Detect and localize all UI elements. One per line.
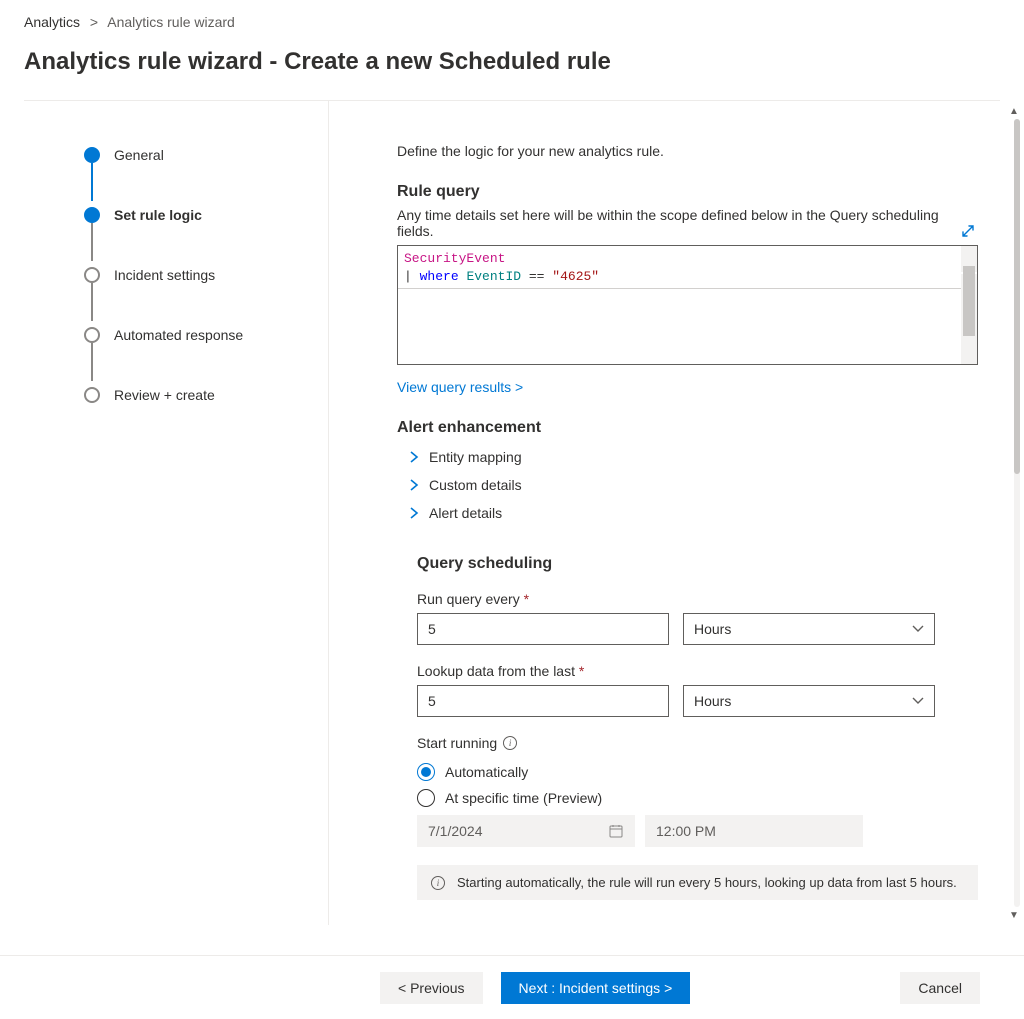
run-query-every-label: Run query every bbox=[417, 591, 520, 607]
expand-query-icon[interactable] bbox=[960, 223, 976, 239]
step-label: General bbox=[114, 147, 164, 163]
date-value: 7/1/2024 bbox=[428, 823, 483, 839]
calendar-icon bbox=[608, 823, 624, 839]
step-connector bbox=[91, 283, 93, 321]
step-review-create[interactable]: Review + create bbox=[84, 381, 328, 409]
scroll-down-arrow-icon[interactable]: ▼ bbox=[1006, 907, 1022, 923]
step-circle-completed-icon bbox=[84, 147, 100, 163]
next-button[interactable]: Next : Incident settings > bbox=[501, 972, 691, 1004]
step-circle-pending-icon bbox=[84, 387, 100, 403]
run-query-every-unit-select[interactable]: Hours bbox=[683, 613, 935, 645]
scroll-up-arrow-icon[interactable]: ▲ bbox=[1006, 103, 1022, 119]
expander-label: Entity mapping bbox=[429, 449, 522, 465]
breadcrumb-link-analytics[interactable]: Analytics bbox=[24, 14, 80, 30]
expander-custom-details[interactable]: Custom details bbox=[397, 471, 978, 499]
step-connector bbox=[91, 343, 93, 381]
expander-label: Custom details bbox=[429, 477, 522, 493]
query-editor-scrollbar[interactable] bbox=[961, 246, 977, 364]
wizard-footer: < Previous Next : Incident settings > Ca… bbox=[0, 955, 1024, 1019]
run-query-every-value-input[interactable] bbox=[417, 613, 669, 645]
intro-text: Define the logic for your new analytics … bbox=[397, 143, 978, 159]
start-running-label: Start running bbox=[417, 735, 497, 751]
radio-automatically[interactable]: Automatically bbox=[417, 763, 978, 781]
breadcrumb-current: Analytics rule wizard bbox=[107, 14, 235, 30]
query-code[interactable]: SecurityEvent | where EventID == "4625" bbox=[398, 246, 977, 289]
lookup-data-unit-select[interactable]: Hours bbox=[683, 685, 935, 717]
query-scheduling-section: Query scheduling Run query every * Hours bbox=[397, 555, 978, 900]
required-asterisk: * bbox=[524, 591, 529, 607]
expander-label: Alert details bbox=[429, 505, 502, 521]
start-time-input-disabled: 12:00 PM bbox=[645, 815, 863, 847]
info-icon[interactable]: i bbox=[503, 736, 517, 750]
radio-checked-icon bbox=[417, 763, 435, 781]
select-value: Hours bbox=[694, 621, 731, 637]
chevron-right-icon bbox=[409, 450, 419, 464]
step-label: Set rule logic bbox=[114, 207, 202, 223]
scheduling-info-banner: i Starting automatically, the rule will … bbox=[417, 865, 978, 900]
alert-enhancement-heading: Alert enhancement bbox=[397, 419, 978, 437]
scrollbar-thumb[interactable] bbox=[1014, 119, 1020, 474]
step-circle-pending-icon bbox=[84, 267, 100, 283]
query-editor-scrollbar-thumb[interactable] bbox=[963, 266, 975, 336]
query-scheduling-heading: Query scheduling bbox=[417, 555, 978, 573]
previous-button[interactable]: < Previous bbox=[380, 972, 483, 1004]
step-label: Automated response bbox=[114, 327, 243, 343]
chevron-down-icon bbox=[912, 697, 924, 705]
chevron-down-icon bbox=[912, 625, 924, 633]
step-incident-settings[interactable]: Incident settings bbox=[84, 261, 328, 289]
main-scroll-pane: ▲ ▼ Define the logic for your new analyt… bbox=[329, 101, 1024, 925]
step-general[interactable]: General bbox=[84, 141, 328, 169]
page-title: Analytics rule wizard - Create a new Sch… bbox=[0, 40, 1024, 100]
rule-query-heading: Rule query bbox=[397, 183, 978, 201]
step-connector bbox=[91, 163, 93, 201]
main-content: Define the logic for your new analytics … bbox=[329, 101, 1004, 925]
time-value: 12:00 PM bbox=[656, 823, 716, 839]
vertical-scrollbar[interactable] bbox=[1014, 119, 1020, 907]
step-label: Review + create bbox=[114, 387, 215, 403]
rule-query-subtext: Any time details set here will be within… bbox=[397, 207, 978, 239]
info-banner-text: Starting automatically, the rule will ru… bbox=[457, 875, 957, 890]
expander-alert-details[interactable]: Alert details bbox=[397, 499, 978, 527]
lookup-data-value-input[interactable] bbox=[417, 685, 669, 717]
chevron-right-icon bbox=[409, 478, 419, 492]
step-automated-response[interactable]: Automated response bbox=[84, 321, 328, 349]
chevron-right-icon bbox=[409, 506, 419, 520]
radio-label: At specific time (Preview) bbox=[445, 790, 602, 806]
breadcrumb-separator: > bbox=[90, 14, 98, 30]
step-set-rule-logic[interactable]: Set rule logic bbox=[84, 201, 328, 229]
step-circle-pending-icon bbox=[84, 327, 100, 343]
step-label: Incident settings bbox=[114, 267, 215, 283]
info-icon: i bbox=[431, 876, 445, 890]
cancel-button[interactable]: Cancel bbox=[900, 972, 980, 1004]
select-value: Hours bbox=[694, 693, 731, 709]
step-connector bbox=[91, 223, 93, 261]
required-asterisk: * bbox=[579, 663, 584, 679]
wizard-steps-sidebar: General Set rule logic Incident settings… bbox=[0, 101, 329, 925]
query-editor[interactable]: SecurityEvent | where EventID == "4625" bbox=[397, 245, 978, 365]
radio-label: Automatically bbox=[445, 764, 528, 780]
lookup-data-label: Lookup data from the last bbox=[417, 663, 575, 679]
radio-at-specific-time[interactable]: At specific time (Preview) bbox=[417, 789, 978, 807]
breadcrumb: Analytics > Analytics rule wizard bbox=[0, 0, 1024, 40]
step-circle-active-icon bbox=[84, 207, 100, 223]
radio-unchecked-icon bbox=[417, 789, 435, 807]
start-date-input-disabled: 7/1/2024 bbox=[417, 815, 635, 847]
view-query-results-link[interactable]: View query results > bbox=[397, 379, 523, 395]
expander-entity-mapping[interactable]: Entity mapping bbox=[397, 443, 978, 471]
